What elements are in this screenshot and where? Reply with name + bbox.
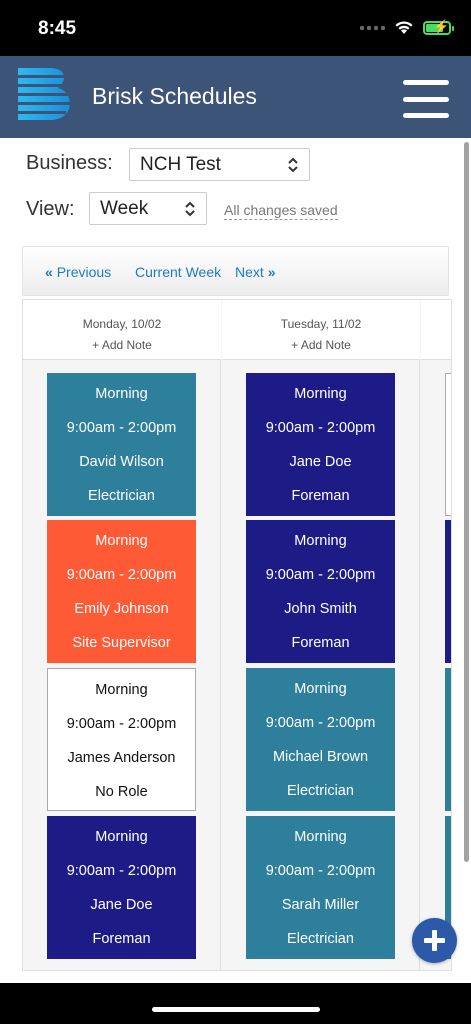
shift-role: Foreman bbox=[92, 931, 151, 947]
day-name: Tuesday, 11/02 bbox=[280, 317, 362, 331]
day-column-tuesday: Tuesday, 11/02 + Add Note Morning 9:00am… bbox=[222, 300, 420, 970]
status-icons: ⚡ bbox=[360, 19, 454, 35]
shift-time: 9:00am - 2:00pm bbox=[66, 716, 177, 732]
shift-period: Morning bbox=[95, 533, 148, 549]
scrollbar[interactable] bbox=[464, 142, 469, 862]
next-button[interactable]: Next » bbox=[235, 264, 275, 280]
previous-label: Previous bbox=[56, 264, 112, 280]
save-status: All changes saved bbox=[224, 202, 338, 220]
shift-time: 9:00am - 2:00pm bbox=[66, 863, 177, 879]
shift-person: Jane Doe bbox=[289, 454, 352, 470]
shift-role: Foreman bbox=[291, 488, 350, 504]
brisk-logo bbox=[16, 68, 71, 120]
shift-person: Sarah Miller bbox=[281, 897, 360, 913]
home-indicator[interactable] bbox=[152, 1007, 320, 1012]
select-arrows-icon bbox=[185, 201, 195, 217]
shift-card[interactable]: Morning 9:00am - 2:00pm James Anderson N… bbox=[47, 668, 196, 811]
status-bar: 8:45 ⚡ bbox=[0, 0, 471, 56]
double-chevron-right-icon: » bbox=[267, 264, 276, 280]
shift-period: Morning bbox=[95, 682, 148, 698]
shift-time: 9:00am - 2:00pm bbox=[265, 715, 376, 731]
view-row: View: bbox=[26, 198, 75, 221]
home-bar bbox=[0, 983, 471, 1024]
business-select[interactable]: NCH Test bbox=[129, 148, 310, 181]
shift-role: Foreman bbox=[291, 635, 350, 651]
shift-card[interactable]: Morning 9:00am - 2:00pm Michael Brown El… bbox=[246, 668, 395, 811]
wifi-icon bbox=[395, 21, 413, 34]
shift-role: Electrician bbox=[287, 931, 354, 947]
view-select-value: Week bbox=[100, 198, 149, 219]
shift-card-partial[interactable] bbox=[445, 668, 451, 811]
double-chevron-left-icon: « bbox=[45, 264, 53, 280]
shift-card[interactable]: Morning 9:00am - 2:00pm Jane Doe Foreman bbox=[47, 816, 196, 959]
shift-period: Morning bbox=[294, 829, 347, 845]
day-header: Monday, 10/02 + Add Note bbox=[23, 300, 221, 360]
day-header: Tuesday, 11/02 + Add Note bbox=[222, 300, 420, 360]
day-name: Monday, 10/02 bbox=[82, 317, 162, 331]
main-content: Business: NCH Test View: Week All change… bbox=[0, 138, 471, 983]
shift-period: Morning bbox=[294, 533, 347, 549]
shift-period: Morning bbox=[95, 386, 148, 402]
previous-button[interactable]: « Previous bbox=[45, 264, 111, 280]
shift-time: 9:00am - 2:00pm bbox=[265, 863, 376, 879]
shift-card[interactable]: Morning 9:00am - 2:00pm Sarah Miller Ele… bbox=[246, 816, 395, 959]
shift-person: John Smith bbox=[284, 601, 357, 617]
shift-role: Electrician bbox=[88, 488, 155, 504]
week-nav: « Previous Current Week Next » bbox=[22, 246, 449, 296]
shift-person: James Anderson bbox=[67, 750, 176, 766]
current-week-button[interactable]: Current Week bbox=[135, 264, 221, 280]
shift-time: 9:00am - 2:00pm bbox=[265, 420, 376, 436]
select-arrows-icon bbox=[288, 157, 298, 173]
shift-time: 9:00am - 2:00pm bbox=[66, 567, 177, 583]
shift-period: Morning bbox=[95, 829, 148, 845]
shift-time: 9:00am - 2:00pm bbox=[265, 567, 376, 583]
shift-period: Morning bbox=[294, 681, 347, 697]
shift-role: No Role bbox=[95, 784, 148, 800]
shift-card[interactable]: Morning 9:00am - 2:00pm Jane Doe Foreman bbox=[246, 373, 395, 516]
next-label: Next bbox=[235, 264, 264, 280]
shift-person: Jane Doe bbox=[90, 897, 153, 913]
shift-card[interactable]: Morning 9:00am - 2:00pm David Wilson Ele… bbox=[47, 373, 196, 516]
shift-person: Michael Brown bbox=[272, 749, 369, 765]
status-time: 8:45 bbox=[38, 18, 77, 39]
shift-person: David Wilson bbox=[79, 454, 164, 470]
add-note-link[interactable]: + Add Note bbox=[23, 338, 221, 352]
shift-card[interactable]: Morning 9:00am - 2:00pm John Smith Forem… bbox=[246, 520, 395, 663]
view-label: View: bbox=[26, 198, 75, 220]
shift-card-partial[interactable] bbox=[445, 373, 451, 516]
shift-card[interactable]: Morning 9:00am - 2:00pm Emily Johnson Si… bbox=[47, 520, 196, 663]
battery-charging-icon: ⚡ bbox=[423, 19, 454, 35]
shift-role: Site Supervisor bbox=[72, 635, 171, 651]
shift-period: Morning bbox=[294, 386, 347, 402]
shift-role: Electrician bbox=[287, 783, 354, 799]
add-plus-icon[interactable] bbox=[412, 918, 457, 963]
app-header: Brisk Schedules bbox=[0, 56, 471, 138]
hamburger-menu-icon[interactable] bbox=[403, 80, 449, 118]
day-column-monday: Monday, 10/02 + Add Note Morning 9:00am … bbox=[23, 300, 221, 970]
app-title: Brisk Schedules bbox=[92, 83, 257, 109]
business-select-value: NCH Test bbox=[140, 154, 221, 175]
schedule-grid: Monday, 10/02 + Add Note Morning 9:00am … bbox=[22, 299, 452, 971]
business-label: Business: bbox=[26, 152, 113, 174]
shift-card-partial[interactable] bbox=[445, 520, 451, 663]
add-note-link[interactable]: + Add Note bbox=[222, 338, 420, 352]
view-select[interactable]: Week bbox=[89, 192, 207, 225]
shift-time: 9:00am - 2:00pm bbox=[66, 420, 177, 436]
current-week-label: Current Week bbox=[135, 264, 222, 280]
business-row: Business: bbox=[26, 152, 113, 175]
shift-person: Emily Johnson bbox=[74, 601, 169, 617]
day-column-partial bbox=[421, 300, 451, 970]
day-header bbox=[421, 300, 451, 360]
cellular-icon bbox=[360, 25, 385, 30]
